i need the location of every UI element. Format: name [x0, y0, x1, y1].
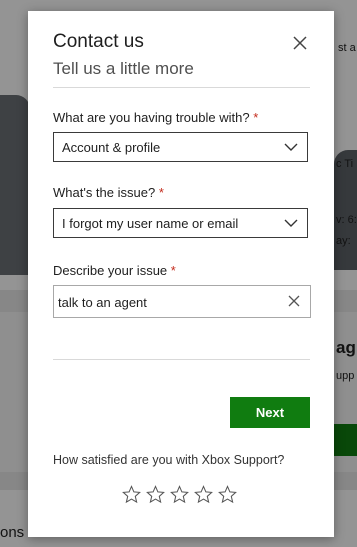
dialog-subtitle: Tell us a little more — [53, 59, 194, 78]
clear-icon[interactable] — [287, 294, 301, 308]
divider — [53, 359, 310, 360]
trouble-label: What are you having trouble with? * — [53, 110, 258, 125]
chevron-down-icon — [284, 143, 298, 151]
next-button[interactable]: Next — [230, 397, 310, 428]
divider — [53, 87, 310, 88]
star-icon[interactable] — [194, 485, 213, 504]
required-mark: * — [158, 185, 164, 200]
satisfaction-question: How satisfied are you with Xbox Support? — [53, 453, 285, 467]
describe-label-text: Describe your issue — [53, 263, 168, 278]
describe-label: Describe your issue * — [53, 263, 176, 278]
trouble-select-value: Account & profile — [62, 140, 161, 155]
required-mark: * — [253, 110, 259, 125]
issue-label-text: What's the issue? — [53, 185, 156, 200]
issue-label: What's the issue? * — [53, 185, 164, 200]
describe-input[interactable]: talk to an agent — [53, 285, 311, 318]
issue-select[interactable]: I forgot my user name or email — [53, 208, 308, 238]
star-icon[interactable] — [122, 485, 141, 504]
star-rating — [122, 485, 237, 504]
describe-input-value: talk to an agent — [58, 295, 147, 310]
required-mark: * — [170, 263, 176, 278]
star-icon[interactable] — [218, 485, 237, 504]
close-icon[interactable] — [290, 33, 310, 53]
trouble-label-text: What are you having trouble with? — [53, 110, 250, 125]
chevron-down-icon — [284, 219, 298, 227]
contact-dialog: Contact us Tell us a little more What ar… — [28, 11, 334, 537]
star-icon[interactable] — [170, 485, 189, 504]
star-icon[interactable] — [146, 485, 165, 504]
issue-select-value: I forgot my user name or email — [62, 216, 239, 231]
trouble-select[interactable]: Account & profile — [53, 132, 308, 162]
dialog-title: Contact us — [53, 31, 144, 52]
